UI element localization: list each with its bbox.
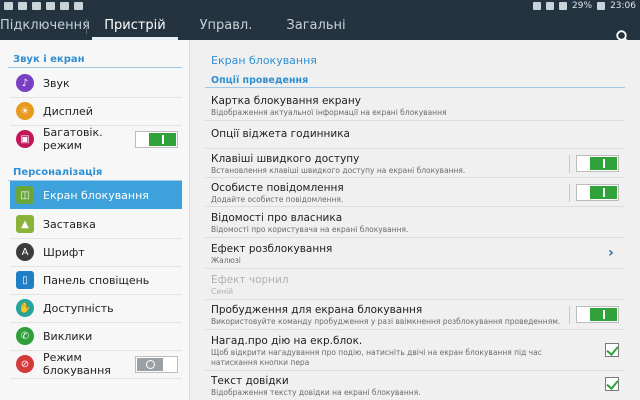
- setting-title: Відомості про власника: [211, 212, 343, 224]
- phone-icon: ✆: [16, 327, 34, 345]
- page-title: Екран блокування: [211, 54, 317, 67]
- sidebar-item-label: Багатовік. режим: [43, 126, 103, 152]
- setting-summary: Використовуйте команду пробудження у раз…: [211, 317, 561, 326]
- setting-title: Картка блокування екрану: [211, 95, 361, 107]
- section-divider: [205, 87, 625, 88]
- download-notification-icon: [60, 2, 69, 10]
- cast-notification-icon: [74, 2, 83, 10]
- notification-panel-icon: ▯: [16, 271, 34, 289]
- setting-title: Ефект чорнил: [211, 274, 289, 286]
- image-notification-icon: [18, 2, 27, 10]
- setting-summary: Додайте особисте повідомлення.: [211, 195, 344, 204]
- brightness-icon: ☀: [16, 102, 34, 120]
- section-header-sound-display: Звук і екран: [13, 54, 85, 65]
- setting-title: Опції віджета годинника: [211, 128, 350, 140]
- status-bar: 29% 23:06: [0, 0, 640, 12]
- setting-summary: Відображення актуальної інформації на ек…: [211, 108, 447, 117]
- image-notification-icon: [32, 2, 41, 10]
- settings-tab-bar: Підключення Пристрій Управл. Загальні: [0, 12, 640, 44]
- sidebar-item-lock-screen[interactable]: ◫ Екран блокування: [10, 181, 182, 209]
- setting-shortcuts[interactable]: Клавіші швидкого доступу Встановлення кл…: [211, 153, 623, 176]
- sidebar-item-sound[interactable]: ♪ Звук: [10, 69, 182, 97]
- setting-title: Клавіші швидкого доступу: [211, 153, 360, 165]
- tab-divider: [86, 19, 87, 34]
- setting-clock-widget-options[interactable]: Опції віджета годинника: [211, 128, 623, 141]
- speaker-icon: ♪: [16, 74, 34, 92]
- setting-owner-info[interactable]: Відомості про власника Відомості про кор…: [211, 212, 623, 235]
- signal-icon: [559, 2, 568, 10]
- battery-icon: [597, 2, 606, 10]
- setting-summary: Синій: [211, 287, 233, 296]
- font-icon: A: [16, 243, 34, 261]
- setting-personal-message[interactable]: Особисте повідомлення Додайте особисте п…: [211, 182, 623, 205]
- battery-percent: 29%: [572, 1, 593, 11]
- image-notification-icon: [4, 2, 13, 10]
- settings-sidebar: Звук і екран ♪ Звук ☀ Дисплей ▣ Багатові…: [0, 40, 190, 400]
- tab-general[interactable]: Загальні: [280, 12, 352, 40]
- setting-summary: Жалюзі: [211, 256, 241, 265]
- lock-screen-settings-panel: Екран блокування Опції проведення Картка…: [191, 40, 640, 400]
- section-divider: [8, 67, 182, 68]
- event-reminder-checkbox[interactable]: [605, 343, 619, 357]
- chevron-right-icon[interactable]: ›: [608, 245, 614, 261]
- sidebar-item-label: Екран блокування: [43, 188, 149, 202]
- tab-controls[interactable]: Управл.: [190, 12, 262, 40]
- notification-icons: [4, 0, 83, 10]
- sidebar-item-calls[interactable]: ✆ Виклики: [10, 322, 182, 350]
- setting-summary: Відомості про користувача на екрані блок…: [211, 225, 409, 234]
- wallpaper-icon: ▲: [16, 215, 34, 233]
- sidebar-item-blocking-mode[interactable]: ⊘ Режим блокування: [10, 350, 182, 378]
- setting-unlock-effect[interactable]: Ефект розблокування Жалюзі: [211, 243, 623, 266]
- sidebar-item-label: Виклики: [43, 329, 93, 343]
- mail-notification-icon: [46, 2, 55, 10]
- sidebar-item-label: Шрифт: [43, 245, 85, 259]
- shortcuts-switch[interactable]: [576, 155, 619, 172]
- help-text-checkbox[interactable]: [605, 377, 619, 391]
- setting-title: Пробудження для екрана блокування: [211, 304, 423, 316]
- accessibility-icon: ✋: [16, 299, 34, 317]
- section-header-swipe-options: Опції проведення: [211, 75, 309, 86]
- sidebar-item-label: Режим блокування: [43, 351, 111, 377]
- lockscreen-icon: ◫: [16, 186, 34, 204]
- mute-icon: [533, 2, 542, 10]
- section-header-personalization: Персоналізація: [13, 167, 103, 178]
- sidebar-item-label: Звук: [43, 76, 70, 90]
- setting-summary: Відображення тексту довідки на екрані бл…: [211, 388, 421, 397]
- wake-up-switch[interactable]: [576, 306, 619, 323]
- sidebar-item-font[interactable]: A Шрифт: [10, 238, 182, 266]
- tab-device[interactable]: Пристрій: [92, 12, 178, 40]
- sidebar-item-label: Доступність: [43, 301, 114, 315]
- sidebar-item-accessibility[interactable]: ✋ Доступність: [10, 294, 182, 322]
- setting-title: Нагад.про дію на екр.блок.: [211, 335, 363, 347]
- personal-message-switch[interactable]: [576, 184, 619, 201]
- sidebar-item-label: Заставка: [43, 217, 96, 231]
- sidebar-item-wallpaper[interactable]: ▲ Заставка: [10, 210, 182, 238]
- setting-event-reminder[interactable]: Нагад.про дію на екр.блок. Щоб відкрити …: [211, 335, 583, 368]
- multiwindow-switch[interactable]: [135, 130, 178, 148]
- setting-summary: Щоб відкрити нагадування про подію, нати…: [211, 348, 542, 367]
- setting-wake-up-lock-screen[interactable]: Пробудження для екрана блокування Викори…: [211, 304, 623, 327]
- sidebar-item-display[interactable]: ☀ Дисплей: [10, 97, 182, 125]
- setting-summary: Встановлення клавіші швидкого доступу на…: [211, 166, 466, 175]
- setting-help-text[interactable]: Текст довідки Відображення тексту довідк…: [211, 375, 623, 398]
- setting-ink-effect: Ефект чорнил Синій: [211, 274, 623, 297]
- blocking-mode-switch[interactable]: [135, 355, 178, 373]
- setting-lock-screen-card[interactable]: Картка блокування екрану Відображення ак…: [211, 95, 623, 118]
- block-mode-icon: ⊘: [16, 355, 34, 373]
- setting-title: Особисте повідомлення: [211, 182, 344, 194]
- multiwindow-icon: ▣: [16, 130, 34, 148]
- wifi-icon: [546, 2, 555, 10]
- sidebar-item-notification-panel[interactable]: ▯ Панель сповіщень: [10, 266, 182, 294]
- sidebar-item-multiwindow[interactable]: ▣ Багатовік. режим: [10, 125, 182, 153]
- clock: 23:06: [610, 1, 636, 11]
- setting-title: Текст довідки: [211, 375, 289, 387]
- setting-title: Ефект розблокування: [211, 243, 333, 255]
- sidebar-item-label: Панель сповіщень: [43, 273, 150, 287]
- sidebar-item-label: Дисплей: [43, 104, 93, 118]
- tab-connections[interactable]: Підключення: [0, 12, 90, 40]
